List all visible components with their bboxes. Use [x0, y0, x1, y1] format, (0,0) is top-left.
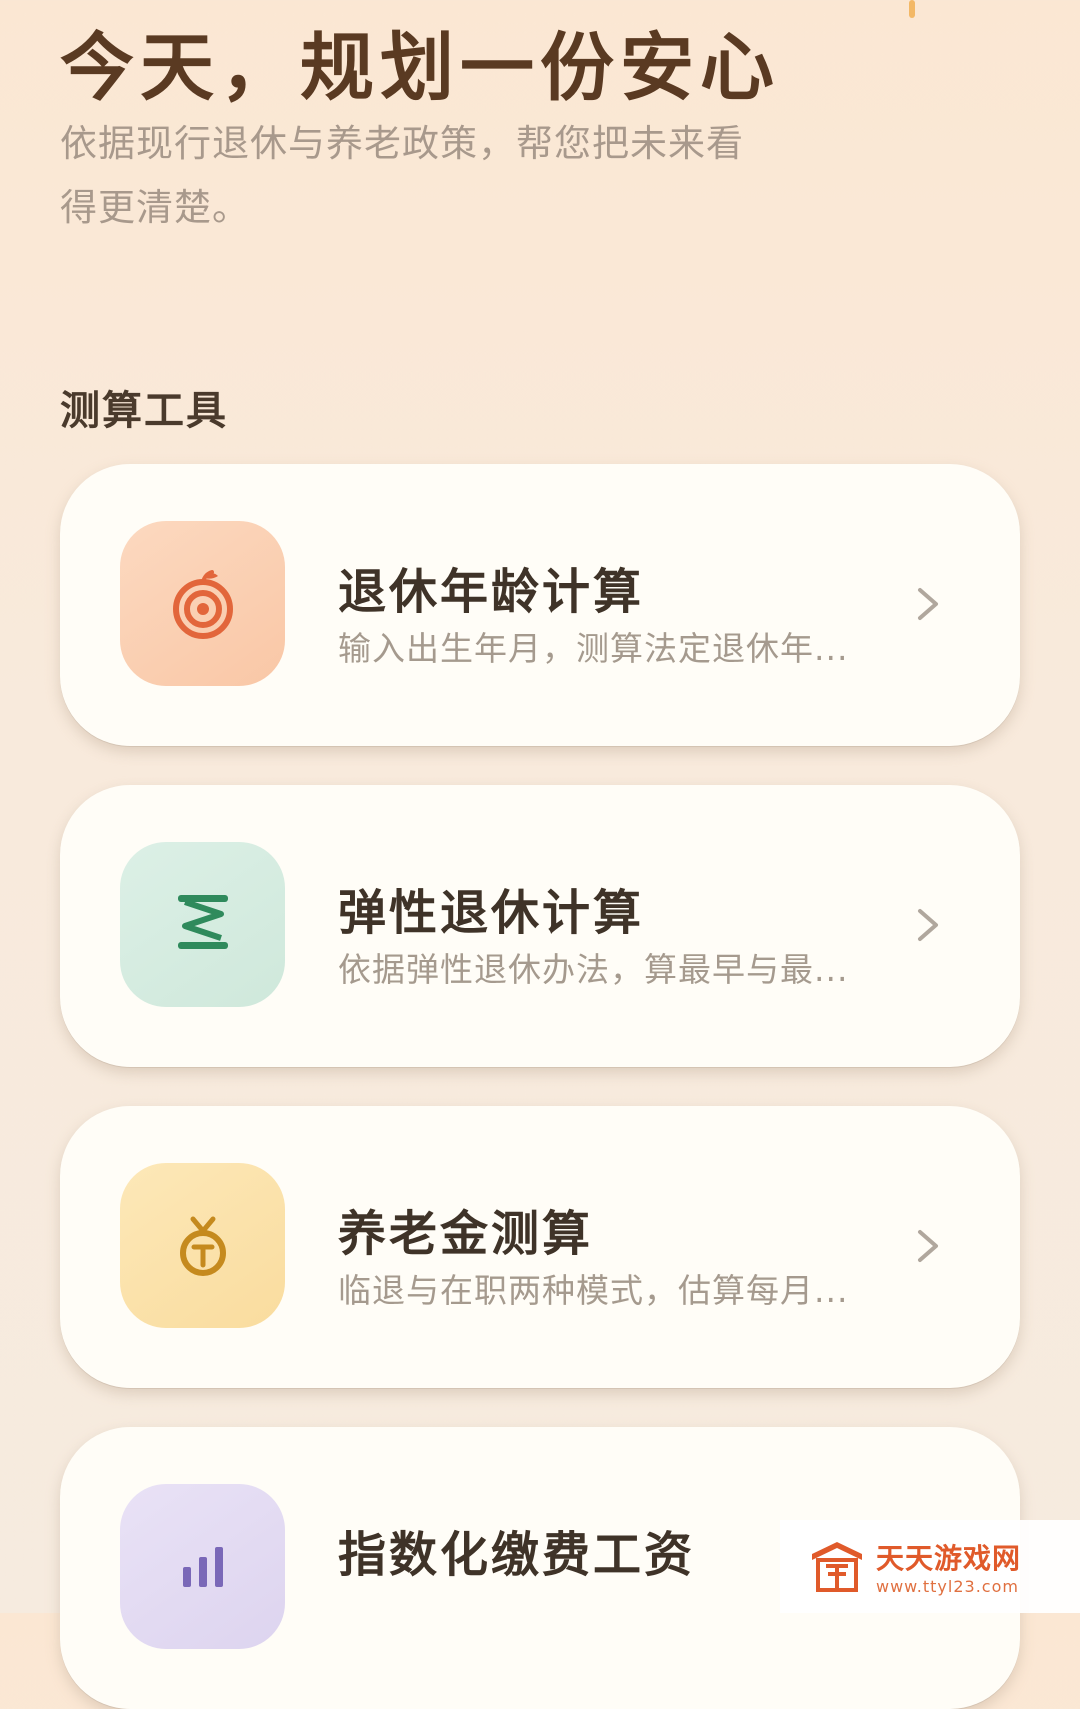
- tool-title: 退休年龄计算: [338, 564, 645, 620]
- tool-icon-tile: [120, 521, 285, 686]
- tool-icon-tile: [120, 1163, 285, 1328]
- watermark-name: 天天游戏网: [876, 1542, 1022, 1575]
- chevron-right-icon: [918, 909, 938, 941]
- section-title: 测算工具: [60, 388, 228, 434]
- tool-description: 输入出生年月，测算法定退休年...: [338, 629, 849, 668]
- tool-description: 依据弹性退休办法，算最早与最...: [338, 950, 849, 989]
- tool-card-flexible-retirement[interactable]: 弹性退休计算 依据弹性退休办法，算最早与最...: [60, 785, 1020, 1067]
- tool-card-pension-estimate[interactable]: 养老金测算 临退与在职两种模式，估算每月...: [60, 1106, 1020, 1388]
- tool-icon-tile: [120, 842, 285, 1007]
- indexed-wage-icon: [182, 1546, 223, 1587]
- watermark-logo-icon: [812, 1541, 862, 1592]
- tool-card-retirement-age[interactable]: 退休年龄计算 输入出生年月，测算法定退休年...: [60, 464, 1020, 746]
- tool-title: 养老金测算: [338, 1206, 594, 1262]
- sun-icon: [909, 0, 915, 18]
- chevron-right-icon: [918, 588, 938, 620]
- target-icon: [172, 569, 233, 639]
- money-bag-icon: [179, 1216, 226, 1276]
- watermark: 天天游戏网 www.ttyl23.com: [780, 1520, 1080, 1613]
- tool-title: 弹性退休计算: [338, 885, 645, 941]
- watermark-url: www.ttyl23.com: [876, 1577, 1019, 1596]
- spring-icon: [177, 894, 228, 949]
- hero-title: 今天，规划一份安心: [60, 25, 780, 111]
- tool-title: 指数化缴费工资: [338, 1527, 696, 1583]
- tool-description: 临退与在职两种模式，估算每月...: [338, 1271, 849, 1310]
- chevron-right-icon: [918, 1230, 938, 1262]
- hero-subtitle: 依据现行退休与养老政策，帮您把未来看得更清楚。: [60, 122, 744, 229]
- tool-icon-tile: [120, 1484, 285, 1649]
